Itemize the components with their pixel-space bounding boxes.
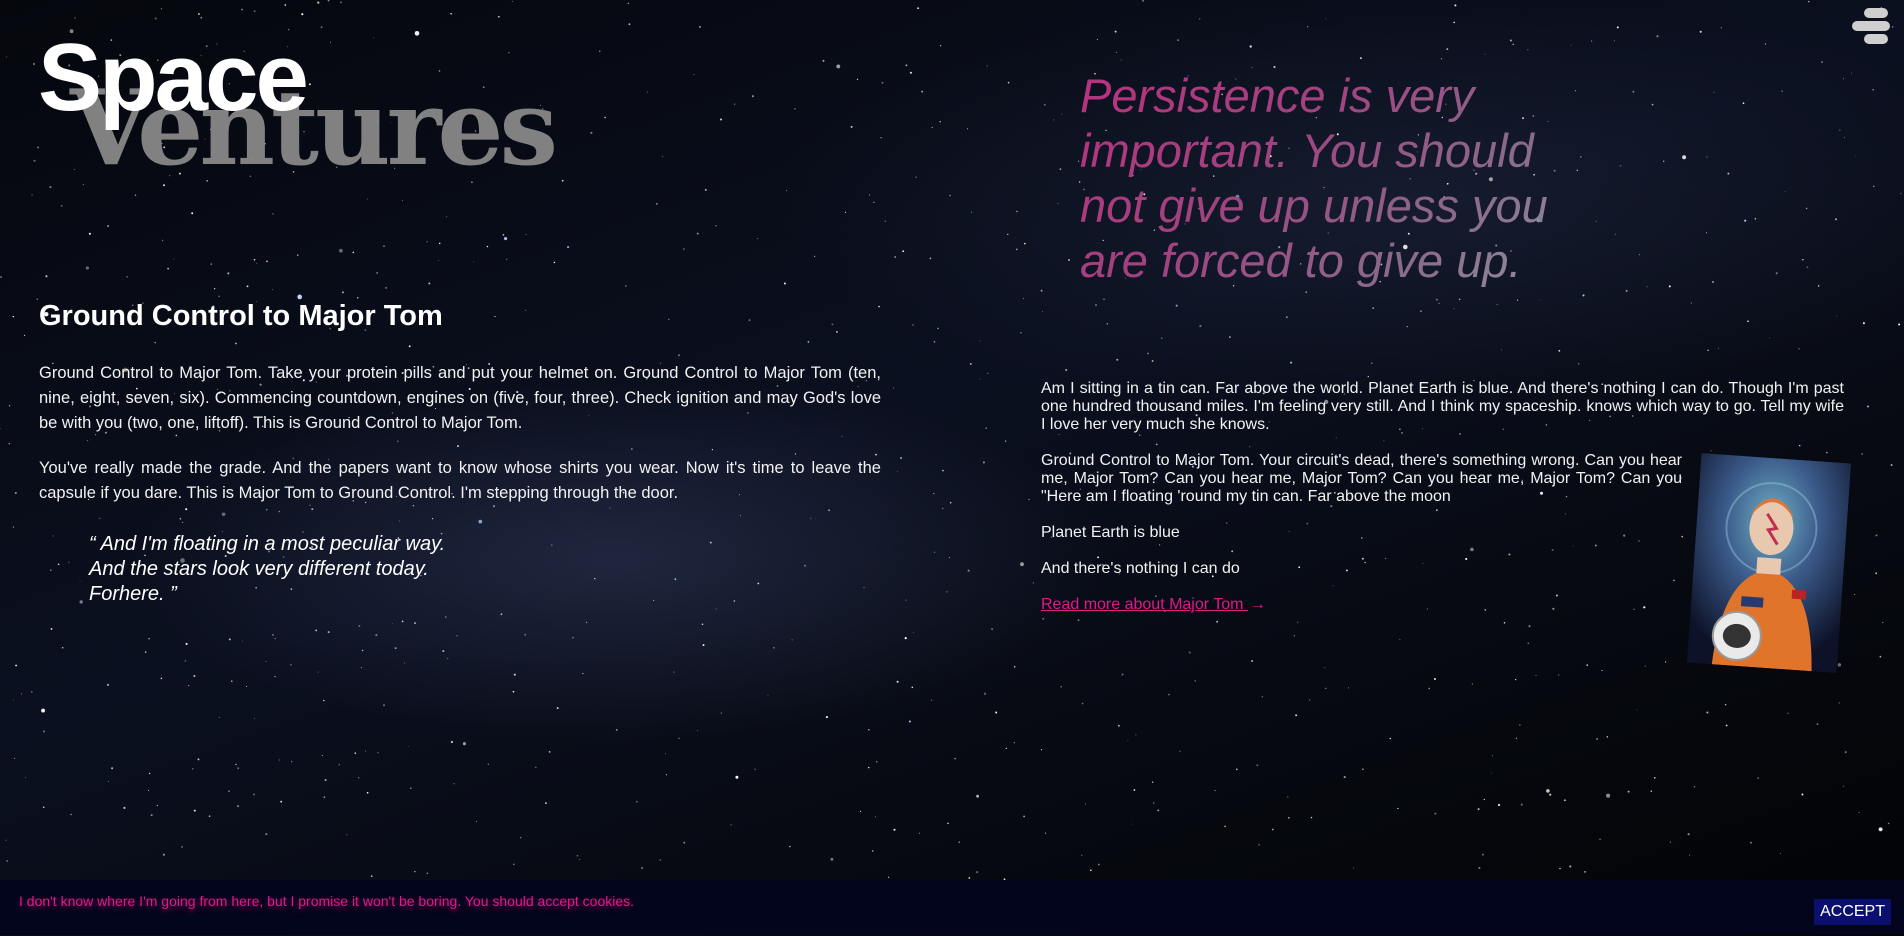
page: Ventures Space Ground Control to Major T… (0, 0, 1904, 936)
cookie-message: I don't know where I'm going from here, … (19, 893, 635, 909)
menu-bar-bottom (1864, 34, 1888, 44)
left-paragraph-2: You've really made the grade. And the pa… (39, 459, 881, 502)
arrow-right-icon: → (1249, 596, 1266, 613)
left-column: Ground Control to Major Tom Ground Contr… (39, 300, 881, 607)
logo-word-space: Space (38, 24, 309, 131)
persistence-quote: Persistence is very important. You shoul… (1080, 68, 1550, 288)
quote-line-3: Forhere. ” (89, 583, 177, 605)
menu-bar-middle (1852, 21, 1890, 31)
right-column: Am I sitting in a tin can. Far above the… (1041, 380, 1852, 674)
read-more-label: Read more about Major Tom (1041, 596, 1244, 613)
menu-bar-top (1864, 8, 1888, 18)
lyric-quote: “ And I'm floating in a most peculiar wa… (89, 532, 881, 607)
read-more-link[interactable]: Read more about Major Tom → (1041, 596, 1266, 614)
quote-line-2: And the stars look very different today. (89, 558, 429, 580)
site-logo[interactable]: Ventures Space (38, 20, 598, 200)
accept-cookies-button[interactable]: ACCEPT (1814, 899, 1891, 925)
hamburger-menu-icon[interactable] (1852, 4, 1892, 48)
right-paragraph-1: Am I sitting in a tin can. Far above the… (1041, 380, 1844, 433)
quote-line-1: “ And I'm floating in a most peculiar wa… (89, 533, 446, 555)
cookie-banner: I don't know where I'm going from here, … (0, 880, 1904, 935)
astronaut-portrait-image (1686, 453, 1852, 673)
section-heading: Ground Control to Major Tom (39, 300, 443, 332)
left-paragraph-1: Ground Control to Major Tom. Take your p… (39, 364, 881, 432)
